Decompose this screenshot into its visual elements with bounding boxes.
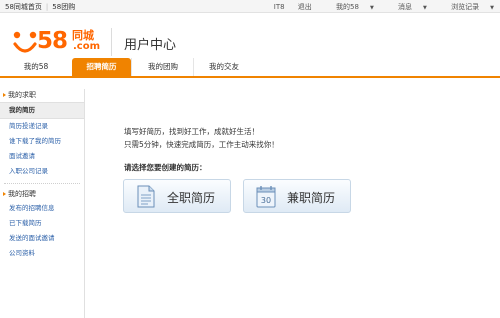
calendar-icon: 30 (256, 186, 276, 208)
sidebar: 我的求职 我的简历 简历投递记录 谁下载了我的简历 面试邀请 入职公司记录 我的… (0, 89, 85, 318)
messages-menu[interactable]: 消息 ▼ (387, 3, 427, 11)
sidebar-item-posted-jobs[interactable]: 发布的招聘信息 (0, 201, 84, 216)
choose-resume-label: 请选择您要创建的简历： (124, 163, 207, 172)
sidebar-item-who-downloaded[interactable]: 谁下载了我的简历 (0, 134, 84, 149)
parttime-resume-button[interactable]: 30 兼职简历 (243, 179, 351, 213)
chevron-down-icon: ▼ (423, 5, 427, 11)
chevron-down-icon: ▼ (369, 5, 374, 11)
sidebar-item-sent-invites[interactable]: 发送的面试邀请 (0, 231, 84, 246)
logo-number: 58 (37, 28, 68, 54)
fulltime-resume-button[interactable]: 全职简历 (123, 179, 231, 213)
messages-label: 消息 (398, 3, 413, 11)
tab-my-dating[interactable]: 我的交友 (193, 58, 254, 76)
separator: | (45, 3, 49, 11)
tab-recruit-resume[interactable]: 招聘简历 (72, 58, 131, 76)
sidebar-item-hired-companies[interactable]: 入职公司记录 (0, 164, 84, 179)
document-icon (137, 185, 155, 208)
page-title: 用户中心 (124, 38, 177, 53)
main-nav: 我的58 招聘简历 我的团购 我的交友 (0, 58, 500, 78)
chevron-down-icon: ▼ (490, 5, 494, 11)
top-bar-right: IT8 退出 我的58 ▼ 消息 ▼ 浏览记录 ▼ (263, 2, 494, 12)
home-link[interactable]: 58同城首页 (5, 3, 42, 11)
sidebar-item-downloaded-resumes[interactable]: 已下载简历 (0, 216, 84, 231)
parttime-resume-label: 兼职简历 (287, 191, 336, 205)
fulltime-resume-label: 全职简历 (167, 191, 216, 205)
site-logo[interactable]: 58 同城 .com (13, 27, 105, 61)
sidebar-group-recruiting[interactable]: 我的招聘 (0, 188, 84, 201)
my58-label: 我的58 (336, 3, 359, 11)
sidebar-item-delivery-records[interactable]: 简历投递记录 (0, 119, 84, 134)
intro-line-2: 只需5分钟，快速完成简历，工作主动来找你！ (124, 140, 279, 149)
top-bar: 58同城首页 | 58团购 IT8 退出 我的58 ▼ 消息 ▼ 浏览记录 ▼ (0, 0, 500, 13)
intro-line-1: 填写好简历，找到好工作，成就好生活！ (124, 127, 259, 136)
history-label: 浏览记录 (451, 3, 480, 11)
tab-my-group-buy[interactable]: 我的团购 (131, 58, 194, 76)
sidebar-divider (4, 183, 80, 184)
top-bar-left: 58同城首页 | 58团购 (5, 2, 75, 12)
username-link[interactable]: IT8 (274, 3, 285, 11)
sidebar-group-job-seeking[interactable]: 我的求职 (0, 89, 84, 102)
my58-menu[interactable]: 我的58 ▼ (325, 3, 374, 11)
logout-link[interactable]: 退出 (298, 3, 312, 11)
sidebar-group-label: 我的求职 (8, 91, 36, 99)
sidebar-item-my-resume[interactable]: 我的简历 (0, 102, 84, 119)
logo-city: 同城 (72, 29, 94, 42)
header: 58 同城 .com 用户中心 (0, 13, 500, 58)
tab-my58[interactable]: 我的58 (0, 58, 72, 76)
logo-mascot-icon (13, 31, 37, 53)
triangle-right-icon (3, 93, 6, 97)
tuan-link[interactable]: 58团购 (52, 3, 75, 11)
logo-domain: .com (73, 41, 101, 52)
header-divider (111, 28, 112, 56)
sidebar-group-label: 我的招聘 (8, 190, 36, 198)
history-menu[interactable]: 浏览记录 ▼ (440, 3, 494, 11)
calendar-number: 30 (261, 196, 271, 205)
intro-text: 填写好简历，找到好工作，成就好生活！ 只需5分钟，快速完成简历，工作主动来找你！ (124, 125, 279, 151)
triangle-right-icon (3, 192, 6, 196)
sidebar-item-interview-invites[interactable]: 面试邀请 (0, 149, 84, 164)
sidebar-item-company-info[interactable]: 公司资料 (0, 246, 84, 261)
